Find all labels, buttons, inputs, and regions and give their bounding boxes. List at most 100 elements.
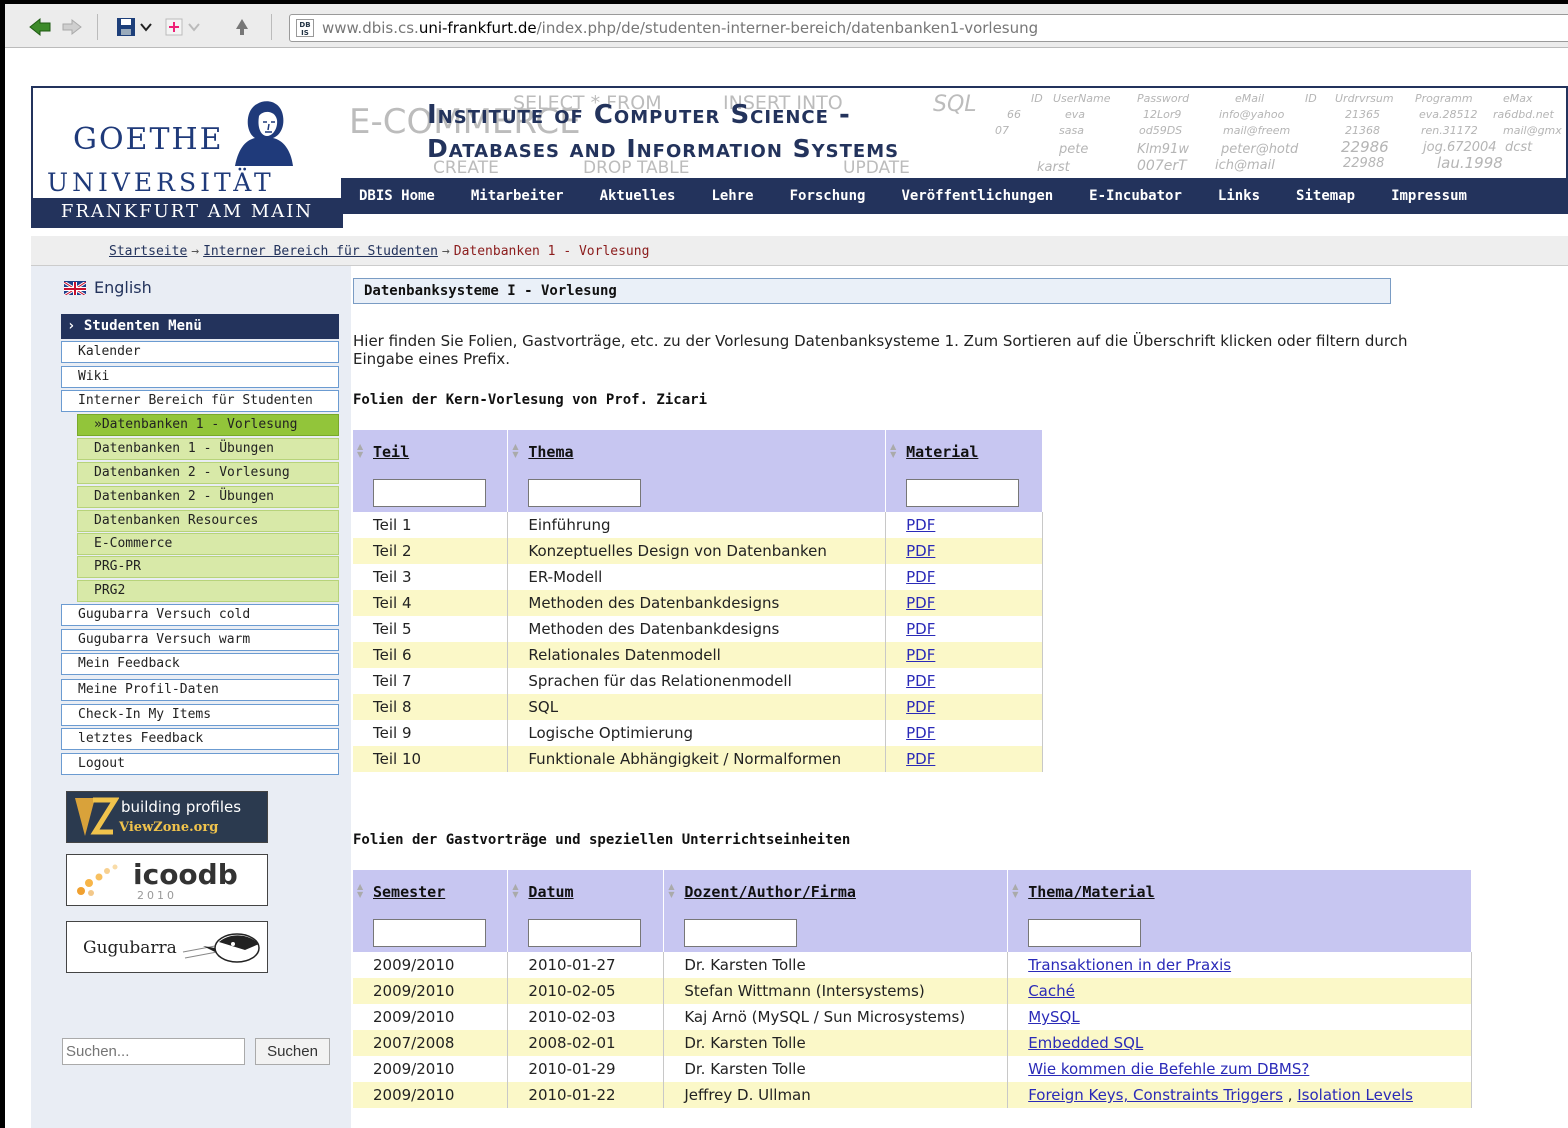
column-header-thema-material[interactable]: ▲ ▼ Thema/Material [1007,870,1472,914]
forward-icon[interactable] [61,16,83,38]
sidebar-item-check-in-items[interactable]: Check-In My Items [61,704,339,726]
topic-link[interactable]: MySQL [1028,1008,1080,1026]
sidebar-item-logout[interactable]: Logout [61,753,339,775]
sidebar-item-prg2[interactable]: PRG2 [77,580,339,602]
new-tab-icon[interactable] [163,16,185,38]
filter-input-teil[interactable] [373,479,486,507]
search-button[interactable]: Suchen [255,1038,330,1065]
filter-input-thema-material[interactable] [1028,919,1142,947]
nav-item-mitarbeiter[interactable]: Mitarbeiter [471,188,564,204]
nav-item-forschung[interactable]: Forschung [790,188,866,204]
nav-item-impressum[interactable]: Impressum [1391,188,1467,204]
breadcrumb-current: Datenbanken 1 - Vorlesung [453,244,650,259]
topic-link[interactable]: Foreign Keys, Constraints Triggers [1028,1086,1283,1104]
nav-item-sitemap[interactable]: Sitemap [1296,188,1355,204]
column-header-dozent[interactable]: ▲ ▼ Dozent/Author/Firma [663,870,1009,914]
filter-input-datum[interactable] [528,919,642,947]
nav-item-e-incubator[interactable]: E-Incubator [1089,188,1182,204]
cell-material: PDF [885,512,1043,538]
nav-item-links[interactable]: Links [1218,188,1260,204]
sidebar-item-datenbanken1-vorlesung[interactable]: »Datenbanken 1 - Vorlesung [77,414,339,436]
cell-material: PDF [885,746,1043,772]
topic-link[interactable]: Transaktionen in der Praxis [1028,956,1231,974]
column-header-datum[interactable]: ▲ ▼ Datum [507,870,665,914]
logo-frankfurt-text: FRANKFURT AM MAIN [31,198,343,228]
sort-icon: ▲ ▼ [512,442,519,459]
topic-link[interactable]: Isolation Levels [1297,1086,1413,1104]
sidebar-item-letztes-feedback[interactable]: letztes Feedback [61,728,339,750]
filter-input-dozent[interactable] [684,919,798,947]
browser-toolbar: DB IS www.dbis.cs.uni-frankfurt.de/index… [5,4,1568,48]
table-row: Teil 9 Logische Optimierung PDF [353,720,1043,746]
pdf-link[interactable]: PDF [906,750,935,768]
cell-thema: Methoden des Datenbankdesigns [507,616,887,642]
sidebar-item-datenbanken-resources[interactable]: Datenbanken Resources [77,510,339,532]
back-icon[interactable] [27,16,53,38]
download-icon[interactable] [231,16,253,38]
topic-link[interactable]: Caché [1028,982,1075,1000]
nav-item-aktuelles[interactable]: Aktuelles [600,188,676,204]
sidebar-item-gugubarra-warm[interactable]: Gugubarra Versuch warm [61,629,339,651]
cell-thema-material: Caché [1007,978,1472,1004]
filter-cell [507,914,665,952]
cell-teil: Teil 1 [353,512,509,538]
banner-table-cell: Programm [1415,92,1473,105]
goethe-portrait-icon [235,101,293,166]
column-header-material[interactable]: ▲ ▼ Material [885,430,1043,474]
address-bar[interactable]: DB IS www.dbis.cs.uni-frankfurt.de/index… [289,14,1568,42]
goethe-logo[interactable]: GOETHE UNIVERSITÄT [33,88,341,200]
pdf-link[interactable]: PDF [906,620,935,638]
filter-input-semester[interactable] [373,919,486,947]
sidebar-item-wiki[interactable]: Wiki [61,366,339,388]
banner-table-cell: sasa [1059,124,1084,137]
sidebar-item-profil-daten[interactable]: Meine Profil-Daten [61,679,339,701]
topic-link[interactable]: Embedded SQL [1028,1034,1143,1052]
pdf-link[interactable]: PDF [906,568,935,586]
pdf-link[interactable]: PDF [906,672,935,690]
save-icon[interactable] [115,16,137,38]
cell-material: PDF [885,720,1043,746]
pdf-link[interactable]: PDF [906,724,935,742]
pdf-link[interactable]: PDF [906,594,935,612]
sort-icon: ▲ ▼ [890,442,897,459]
column-header-teil[interactable]: ▲ ▼ Teil [353,430,509,474]
sidebar-item-kalender[interactable]: Kalender [61,341,339,363]
pdf-link[interactable]: PDF [906,516,935,534]
banner-table-cell: eMax [1503,92,1533,105]
address-url[interactable]: www.dbis.cs.uni-frankfurt.de/index.php/d… [322,19,1038,37]
breadcrumb-link-startseite[interactable]: Startseite [109,244,187,259]
nav-item-dbis-home[interactable]: DBIS Home [359,188,435,204]
pdf-link[interactable]: PDF [906,542,935,560]
language-switch[interactable]: English [64,278,152,297]
filter-input-material[interactable] [906,479,1020,507]
banner-table-cell: Urdrvrsum [1335,92,1394,105]
sidebar-item-datenbanken2-uebungen[interactable]: Datenbanken 2 - Übungen [77,486,339,508]
sidebar-item-prg-pr[interactable]: PRG-PR [77,556,339,578]
nav-item-lehre[interactable]: Lehre [711,188,753,204]
banner-table-cell: eva.28512 [1419,108,1478,121]
sidebar-item-gugubarra-cold[interactable]: Gugubarra Versuch cold [61,604,339,626]
sidebar-item-datenbanken1-uebungen[interactable]: Datenbanken 1 - Übungen [77,438,339,460]
filter-input-thema[interactable] [528,479,642,507]
icoodb-badge[interactable]: icoodb 2010 [66,854,268,906]
sidebar-item-e-commerce[interactable]: E-Commerce [77,533,339,555]
pdf-link[interactable]: PDF [906,646,935,664]
column-header-semester[interactable]: ▲ ▼ Semester [353,870,509,914]
topic-link[interactable]: Wie kommen die Befehle zum DBMS? [1028,1060,1309,1078]
sidebar-item-datenbanken2-vorlesung[interactable]: Datenbanken 2 - Vorlesung [77,462,339,484]
sidebar-item-interner-bereich[interactable]: Interner Bereich für Studenten [61,390,339,412]
gugubarra-badge[interactable]: Gugubarra [66,921,268,973]
sort-icon: ▲ ▼ [512,882,519,899]
breadcrumb-link-interner-bereich[interactable]: Interner Bereich für Studenten [203,244,438,259]
table-row: 2009/2010 2010-01-29 Dr. Karsten Tolle Wie … [353,1056,1472,1082]
column-header-thema[interactable]: ▲ ▼ Thema [507,430,887,474]
sidebar-item-mein-feedback[interactable]: Mein Feedback [61,653,339,675]
search-input[interactable] [62,1038,245,1065]
cell-datum: 2010-01-22 [507,1082,665,1108]
chevron-down-icon[interactable] [187,20,201,34]
banner-table-cell: UserName [1053,92,1111,105]
chevron-down-icon[interactable] [139,20,153,34]
viewzone-badge[interactable]: building profiles ViewZone.org [66,791,268,843]
pdf-link[interactable]: PDF [906,698,935,716]
nav-item-veroeffentlichungen[interactable]: Veröffentlichungen [901,188,1053,204]
